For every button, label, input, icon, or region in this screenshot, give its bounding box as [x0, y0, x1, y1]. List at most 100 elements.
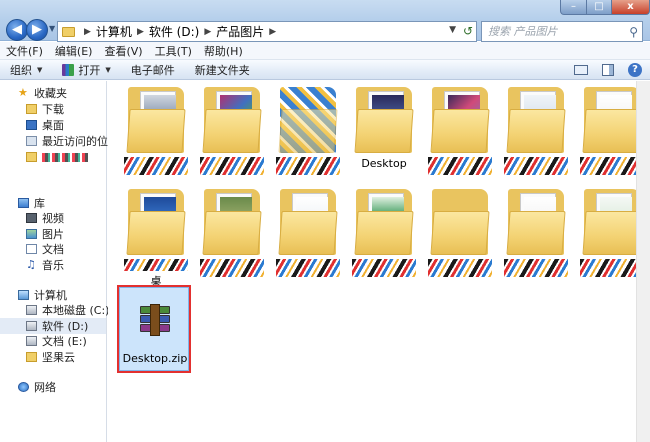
minimize-button[interactable]: –: [560, 0, 587, 15]
redacted-label: [504, 157, 568, 175]
search-input[interactable]: 搜索 产品图片 ⚲: [481, 21, 643, 42]
folder-item[interactable]: [120, 83, 192, 183]
folder-icon: [126, 189, 186, 255]
open-button[interactable]: 打开 ▼: [62, 62, 111, 78]
nav-drive-e[interactable]: 文档 (E:): [26, 333, 87, 349]
nav-label: 图片: [42, 228, 64, 241]
chevron-down-icon: ▼: [37, 65, 43, 74]
folder-icon: [430, 189, 490, 255]
help-icon[interactable]: ?: [628, 63, 642, 77]
nav-videos[interactable]: 视频: [26, 210, 64, 226]
folder-icon: [62, 26, 75, 37]
chevron-down-icon: ▼: [105, 65, 111, 74]
folder-icon: [506, 189, 566, 255]
chevron-down-icon[interactable]: ▼: [449, 25, 456, 35]
folder-item[interactable]: [272, 83, 344, 183]
computer-icon: [18, 290, 29, 300]
search-icon[interactable]: ⚲: [629, 23, 638, 42]
chevron-right-icon[interactable]: ▶: [84, 27, 91, 37]
menu-help[interactable]: 帮助(H): [204, 43, 243, 59]
chevron-right-icon[interactable]: ▶: [269, 27, 276, 37]
redacted-label: [428, 157, 492, 175]
nav-computer[interactable]: 计算机: [18, 287, 67, 303]
chevron-right-icon[interactable]: ▶: [137, 27, 144, 37]
recent-pages-dropdown[interactable]: ▼: [49, 24, 55, 33]
nav-pictures[interactable]: 图片: [26, 226, 64, 242]
menu-tools[interactable]: 工具(T): [155, 43, 192, 59]
download-folder-icon: [26, 104, 37, 114]
nav-drive-d[interactable]: 软件 (D:): [0, 318, 106, 334]
new-folder-button[interactable]: 新建文件夹: [195, 62, 250, 78]
folder-item-desktop[interactable]: Desktop: [348, 83, 420, 183]
email-button[interactable]: 电子邮件: [131, 62, 175, 78]
nav-downloads[interactable]: 下载: [26, 101, 64, 117]
menu-edit[interactable]: 编辑(E): [55, 43, 93, 59]
redacted-label: [124, 259, 188, 271]
document-icon: [26, 244, 37, 254]
redacted-label: [200, 157, 264, 175]
folder-item[interactable]: [348, 185, 420, 285]
arrow-right-icon: ▶: [32, 22, 42, 37]
nav-label: 计算机: [34, 289, 67, 302]
nav-jianguoyun[interactable]: 坚果云: [26, 349, 75, 365]
nav-drive-c[interactable]: 本地磁盘 (C:): [26, 302, 109, 318]
nav-libraries[interactable]: 库: [18, 195, 45, 211]
drive-icon: [26, 321, 37, 331]
nav-recent-places[interactable]: 最近访问的位置: [26, 133, 119, 149]
folder-item[interactable]: [424, 185, 496, 285]
nav-label: 本地磁盘 (C:): [42, 304, 110, 317]
folder-item[interactable]: [196, 83, 268, 183]
file-list[interactable]: Desktop 桌 Desktop.zip: [108, 81, 644, 442]
chevron-right-icon[interactable]: ▶: [204, 27, 211, 37]
menu-file[interactable]: 文件(F): [6, 43, 43, 59]
refresh-icon[interactable]: ↺: [463, 24, 473, 38]
nav-desktop[interactable]: 桌面: [26, 117, 64, 133]
breadcrumb-product-images[interactable]: 产品图片: [216, 23, 264, 40]
nav-music[interactable]: ♫ 音乐: [26, 257, 64, 273]
folder-item[interactable]: [500, 83, 572, 183]
redacted-label: [504, 259, 568, 277]
back-button[interactable]: ◀: [6, 19, 28, 41]
nav-redacted-folder[interactable]: [26, 149, 88, 165]
nav-documents[interactable]: 文档: [26, 241, 64, 257]
organize-label: 组织: [10, 63, 32, 77]
forward-button[interactable]: ▶: [26, 19, 48, 41]
nav-label: 音乐: [42, 259, 64, 272]
nav-label: 收藏夹: [34, 87, 67, 100]
arrow-left-icon: ◀: [12, 22, 22, 37]
redacted-label: [200, 259, 264, 277]
network-icon: [18, 382, 29, 392]
vertical-scrollbar[interactable]: [636, 81, 650, 442]
organize-button[interactable]: 组织 ▼: [10, 62, 42, 78]
maximize-button[interactable]: □: [586, 0, 612, 15]
desktop-icon: [26, 120, 37, 130]
nav-label: 软件 (D:): [42, 320, 89, 333]
folder-item[interactable]: [196, 185, 268, 285]
redacted-label: [276, 259, 340, 277]
nav-network[interactable]: 网络: [18, 379, 56, 395]
folder-item[interactable]: [424, 83, 496, 183]
folder-icon: [202, 189, 262, 255]
preview-pane-icon[interactable]: [602, 64, 614, 76]
folder-icon: [126, 87, 186, 153]
nav-favorites[interactable]: ★ 收藏夹: [18, 85, 67, 101]
folder-item[interactable]: 桌: [120, 185, 192, 288]
nav-label: 库: [34, 197, 45, 210]
folder-icon: [506, 87, 566, 153]
change-view-icon[interactable]: [574, 65, 588, 75]
folder-item[interactable]: [500, 185, 572, 285]
nav-label: 网络: [34, 381, 56, 394]
folder-icon: [202, 87, 262, 153]
library-icon: [18, 198, 29, 208]
menu-view[interactable]: 查看(V): [104, 43, 142, 59]
breadcrumb-computer[interactable]: 计算机: [96, 23, 132, 40]
nav-label: 文档: [42, 243, 64, 256]
close-button[interactable]: x: [611, 0, 650, 15]
nav-label: 桌面: [42, 119, 64, 132]
drive-icon: [26, 336, 37, 346]
breadcrumb-drive-d[interactable]: 软件 (D:): [149, 23, 199, 40]
folder-item[interactable]: [272, 185, 344, 285]
address-bar[interactable]: ▶ 计算机 ▶ 软件 (D:) ▶ 产品图片 ▶ ▼ ↺: [57, 21, 477, 42]
video-icon: [26, 213, 37, 223]
folder-icon: [430, 87, 490, 153]
